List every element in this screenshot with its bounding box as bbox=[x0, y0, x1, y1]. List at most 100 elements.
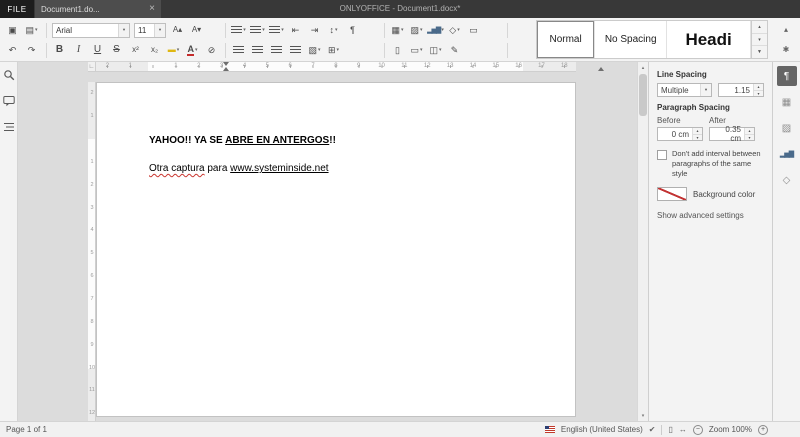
spin-down-icon[interactable]: ▾ bbox=[745, 134, 754, 140]
copy-button[interactable]: ▣ bbox=[3, 21, 22, 39]
navigation-button[interactable] bbox=[2, 122, 16, 136]
spin-down-icon[interactable]: ▾ bbox=[693, 134, 702, 140]
insert-table-button[interactable]: ▦ ▾ bbox=[388, 21, 407, 39]
insert-chart-button[interactable]: ▂▅▇ ▾ bbox=[426, 21, 445, 39]
spacing-before-spinner[interactable]: 0 cm ▴ ▾ bbox=[657, 127, 703, 141]
document-tab[interactable]: Document1.do... × bbox=[35, 0, 161, 18]
tab-image-settings[interactable]: ▨ bbox=[777, 118, 797, 138]
vertical-ruler[interactable]: 2 1 1 2 3 4 5 6 7 8 9 10 11 12 bbox=[88, 82, 96, 421]
redo-button[interactable]: ↷ bbox=[22, 41, 41, 59]
document-language-button[interactable]: English (United States) bbox=[561, 425, 643, 434]
insert-shape-button[interactable]: ◇ ▾ bbox=[445, 21, 464, 39]
clear-style-button[interactable]: ⊘ bbox=[202, 41, 221, 59]
vertical-scrollbar[interactable]: ▴ ▾ bbox=[637, 62, 648, 421]
document-page[interactable]: YAHOO!! YA SE ABRE EN ANTERGOS!! Otra ca… bbox=[96, 82, 576, 417]
tab-stop-selector[interactable]: ∟ bbox=[88, 62, 96, 72]
style-normal[interactable]: Normal bbox=[537, 21, 596, 58]
toolbar-divider bbox=[507, 22, 508, 38]
caret-down-icon: ▾ bbox=[420, 46, 423, 53]
highlight-color-button[interactable]: ▬ ▾ bbox=[164, 41, 183, 59]
first-line-indent-marker[interactable] bbox=[223, 62, 229, 66]
line-spacing-mode: Multiple bbox=[661, 85, 689, 95]
spellcheck-icon[interactable]: ✔ bbox=[649, 425, 656, 434]
align-justify-icon bbox=[290, 45, 301, 55]
same-style-interval-checkbox[interactable] bbox=[657, 150, 667, 160]
misspelled-text: Otra captura bbox=[149, 163, 205, 174]
multilevel-list-button[interactable]: ▾ bbox=[267, 21, 286, 39]
strikeout-button[interactable]: S bbox=[107, 41, 126, 59]
increase-indent-button[interactable]: ⇥ bbox=[305, 21, 324, 39]
superscript-button[interactable]: x² bbox=[126, 41, 145, 59]
page-margins-icon: ▯ bbox=[395, 44, 400, 55]
search-button[interactable] bbox=[2, 70, 16, 84]
borders-button[interactable]: ⊞ ▾ bbox=[324, 41, 343, 59]
line-spacing-value: 1.15 bbox=[734, 85, 750, 95]
scroll-down-button[interactable]: ▾ bbox=[638, 410, 648, 421]
spacing-after-spinner[interactable]: 0.35 cm ▴ ▾ bbox=[709, 125, 755, 143]
tab-shape-settings[interactable]: ◇ bbox=[777, 170, 797, 190]
toolbar-divider bbox=[507, 42, 508, 58]
gallery-more-button[interactable]: ▼ bbox=[752, 46, 767, 58]
scroll-up-button[interactable]: ▴ bbox=[638, 62, 648, 73]
align-center-button[interactable] bbox=[248, 41, 267, 59]
style-heading[interactable]: Headi bbox=[667, 21, 751, 58]
decrease-indent-button[interactable]: ⇤ bbox=[286, 21, 305, 39]
spin-down-icon[interactable]: ▾ bbox=[754, 90, 763, 96]
gallery-up-button[interactable]: ▴ bbox=[752, 21, 767, 34]
scrollbar-thumb[interactable] bbox=[639, 74, 647, 116]
increase-indent-icon: ⇥ bbox=[310, 24, 319, 35]
caret-down-icon: ▾ bbox=[318, 46, 321, 53]
show-advanced-settings-link[interactable]: Show advanced settings bbox=[657, 211, 764, 220]
subscript-button[interactable]: x₂ bbox=[145, 41, 164, 59]
settings-button[interactable]: ✱ bbox=[777, 41, 796, 59]
tab-paragraph-settings[interactable]: ¶ bbox=[776, 66, 797, 86]
font-size-select[interactable]: 11 ▾ bbox=[134, 22, 166, 38]
zoom-out-button[interactable]: − bbox=[692, 424, 703, 435]
style-no-spacing[interactable]: No Spacing bbox=[595, 21, 668, 58]
shading-button[interactable]: ▧ ▾ bbox=[305, 41, 324, 59]
line-spacing-spinner[interactable]: 1.15 ▴ ▾ bbox=[718, 83, 764, 97]
horizontal-ruler[interactable]: 2 1 1 2 3 4 5 6 7 8 9 10 11 12 13 14 15 16 17 18 bbox=[96, 62, 604, 72]
increase-font-button[interactable]: A▴ bbox=[168, 21, 187, 39]
tab-chart-settings[interactable]: ▂▅▇ bbox=[777, 144, 797, 164]
tab-close-icon[interactable]: × bbox=[149, 4, 155, 14]
align-left-button[interactable] bbox=[229, 41, 248, 59]
right-indent-marker[interactable] bbox=[598, 67, 604, 71]
fit-page-icon[interactable]: ▯ bbox=[668, 425, 672, 434]
line-spacing-title: Line Spacing bbox=[657, 70, 707, 79]
font-name-select[interactable]: Arial ▾ bbox=[52, 22, 130, 38]
align-right-button[interactable] bbox=[267, 41, 286, 59]
columns-button[interactable]: ◫ ▾ bbox=[426, 41, 445, 59]
gallery-down-button[interactable]: ▾ bbox=[752, 34, 767, 47]
fit-width-icon[interactable]: ↔ bbox=[679, 425, 687, 434]
zoom-level-label: Zoom 100% bbox=[708, 425, 752, 434]
tab-table-settings[interactable]: ▦ bbox=[777, 92, 797, 112]
line-spacing-select[interactable]: Multiple ▾ bbox=[657, 83, 712, 97]
bold-button[interactable]: B bbox=[50, 41, 69, 59]
numbered-list-button[interactable]: ▾ bbox=[248, 21, 267, 39]
background-color-swatch[interactable] bbox=[657, 187, 687, 202]
insert-textbox-button[interactable]: ▭ bbox=[464, 21, 483, 39]
bullet-list-button[interactable]: ▾ bbox=[229, 21, 248, 39]
comments-button[interactable] bbox=[2, 96, 16, 110]
decrease-font-button[interactable]: A▾ bbox=[187, 21, 206, 39]
zoom-in-button[interactable]: + bbox=[758, 424, 768, 435]
collapse-toolbar-button[interactable]: ▴ bbox=[777, 21, 796, 39]
align-justify-button[interactable] bbox=[286, 41, 305, 59]
undo-button[interactable]: ↶ bbox=[3, 41, 22, 59]
page-indicator[interactable]: Page 1 of 1 bbox=[6, 425, 47, 434]
left-indent-marker[interactable] bbox=[223, 67, 229, 71]
italic-button[interactable]: I bbox=[69, 41, 88, 59]
line-spacing-button[interactable]: ↕ ▾ bbox=[324, 21, 343, 39]
hyperlink-text[interactable]: www.systeminside.net bbox=[230, 163, 328, 174]
paste-button[interactable]: ▤ ▾ bbox=[22, 21, 41, 39]
nonprinting-characters-button[interactable]: ¶ bbox=[343, 21, 362, 39]
page-orientation-button[interactable]: ▭ ▾ bbox=[407, 41, 426, 59]
copy-style-button[interactable]: ✎ bbox=[445, 41, 464, 59]
underline-button[interactable]: U bbox=[88, 41, 107, 59]
font-color-button[interactable]: A ▾ bbox=[183, 41, 202, 59]
increase-font-icon: A▴ bbox=[172, 25, 183, 34]
page-margins-button[interactable]: ▯ bbox=[388, 41, 407, 59]
file-menu-button[interactable]: FILE bbox=[0, 0, 34, 18]
insert-image-button[interactable]: ▨ ▾ bbox=[407, 21, 426, 39]
